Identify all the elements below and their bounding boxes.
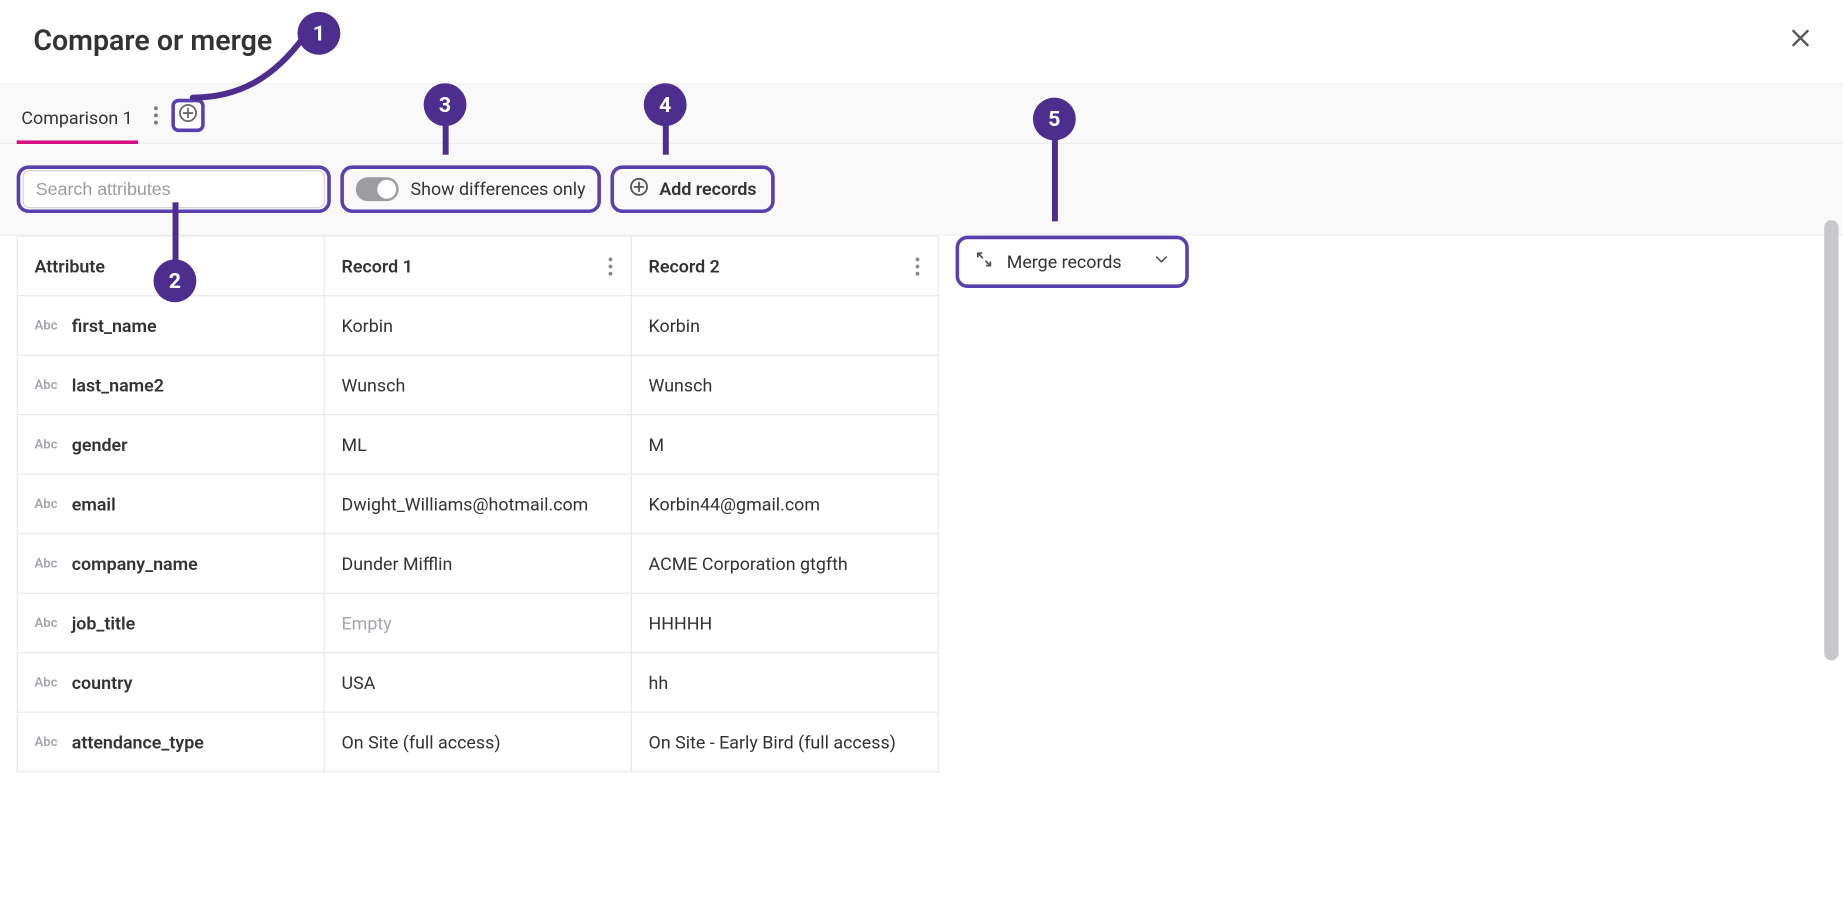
attribute-cell: Abc country	[17, 653, 324, 713]
type-badge: Abc	[35, 377, 58, 392]
page-title: Compare or merge	[33, 24, 272, 57]
attribute-name: last_name2	[72, 374, 164, 395]
table-row: Abc email Dwight_Williams@hotmail.comKorbi…	[17, 474, 938, 534]
callout-5: 5	[1033, 98, 1076, 141]
attribute-cell: Abc attendance_type	[17, 712, 324, 772]
attribute-name: email	[72, 493, 116, 514]
attribute-cell: Abc job_title	[17, 593, 324, 653]
record-2-cell: HHHHH	[631, 593, 938, 653]
record-1-cell: Dunder Mifflin	[324, 534, 631, 594]
type-badge: Abc	[35, 734, 58, 749]
tabs-row: Comparison 1	[0, 84, 1843, 144]
record-2-cell: Wunsch	[631, 355, 938, 415]
plus-circle-icon	[628, 176, 649, 202]
callout-1: 1	[298, 12, 341, 55]
callout-line-5	[1052, 138, 1058, 221]
comparison-table: Attribute Record 1 Record 2	[17, 236, 939, 773]
header-record-1: Record 1	[324, 236, 631, 296]
attribute-cell: Abc gender	[17, 415, 324, 475]
header-record-2-label: Record 2	[649, 255, 720, 276]
record-1-cell: USA	[324, 653, 631, 713]
merge-label: Merge records	[1007, 251, 1122, 272]
table-row: Abc company_name Dunder MifflinACME Corpor…	[17, 534, 938, 594]
record-2-cell: M	[631, 415, 938, 475]
type-badge: Abc	[35, 496, 58, 511]
record-2-menu-icon[interactable]	[914, 255, 921, 276]
plus-circle-icon	[177, 102, 198, 128]
attribute-name: company_name	[72, 553, 198, 574]
attribute-name: attendance_type	[72, 731, 204, 752]
record-1-cell: Empty	[324, 593, 631, 653]
table-row: Abc job_title EmptyHHHHH	[17, 593, 938, 653]
record-2-cell: Korbin	[631, 296, 938, 356]
record-1-cell: Dwight_Williams@hotmail.com	[324, 474, 631, 534]
record-2-cell: ACME Corporation gtgfth	[631, 534, 938, 594]
scrollbar[interactable]	[1824, 220, 1838, 660]
record-1-cell: On Site (full access)	[324, 712, 631, 772]
record-1-cell: ML	[324, 415, 631, 475]
attribute-cell: Abc last_name2	[17, 355, 324, 415]
show-differences-toggle[interactable]	[356, 177, 399, 201]
header-attribute-label: Attribute	[35, 255, 105, 276]
type-badge: Abc	[35, 318, 58, 333]
callout-line-3	[443, 124, 449, 155]
attribute-name: first_name	[72, 315, 157, 336]
tab-actions	[147, 98, 204, 141]
callout-line-2	[173, 202, 179, 262]
tab-menu-icon[interactable]	[147, 102, 164, 128]
add-comparison-button[interactable]	[171, 98, 204, 131]
attribute-name: country	[72, 672, 133, 693]
record-1-cell: Korbin	[324, 296, 631, 356]
record-1-menu-icon[interactable]	[607, 255, 614, 276]
type-badge: Abc	[35, 437, 58, 452]
add-records-button[interactable]: Add records	[611, 165, 775, 213]
callout-2: 2	[154, 259, 197, 302]
close-icon[interactable]	[1783, 19, 1816, 62]
toolbar: Show differences only Add records	[0, 144, 1843, 236]
merge-icon	[973, 249, 994, 275]
table-row: Abc attendance_type On Site (full access)O…	[17, 712, 938, 772]
type-badge: Abc	[35, 615, 58, 630]
chevron-down-icon	[1152, 250, 1171, 274]
toggle-label: Show differences only	[411, 179, 586, 200]
callout-3: 3	[424, 83, 467, 126]
toggle-highlight: Show differences only	[340, 165, 601, 213]
attribute-cell: Abc company_name	[17, 534, 324, 594]
callout-4: 4	[644, 83, 687, 126]
table-row: Abc last_name2 WunschWunsch	[17, 355, 938, 415]
attribute-cell: Abc email	[17, 474, 324, 534]
table-row: Abc gender MLM	[17, 415, 938, 475]
dialog-header: Compare or merge	[0, 0, 1843, 84]
header-record-1-label: Record 1	[342, 255, 413, 276]
add-records-label: Add records	[659, 179, 756, 200]
tab-comparison-1[interactable]: Comparison 1	[17, 97, 138, 143]
record-1-cell: Wunsch	[324, 355, 631, 415]
callout-line-4	[663, 124, 669, 155]
record-2-cell: On Site - Early Bird (full access)	[631, 712, 938, 772]
table-row: Abc first_name KorbinKorbin	[17, 296, 938, 356]
attribute-name: job_title	[72, 612, 136, 633]
table-row: Abc country USAhh	[17, 653, 938, 713]
attribute-cell: Abc first_name	[17, 296, 324, 356]
merge-records-dropdown[interactable]: Merge records	[956, 236, 1189, 288]
attribute-name: gender	[72, 434, 128, 455]
record-2-cell: hh	[631, 653, 938, 713]
type-badge: Abc	[35, 556, 58, 571]
header-record-2: Record 2	[631, 236, 938, 296]
record-2-cell: Korbin44@gmail.com	[631, 474, 938, 534]
type-badge: Abc	[35, 675, 58, 690]
